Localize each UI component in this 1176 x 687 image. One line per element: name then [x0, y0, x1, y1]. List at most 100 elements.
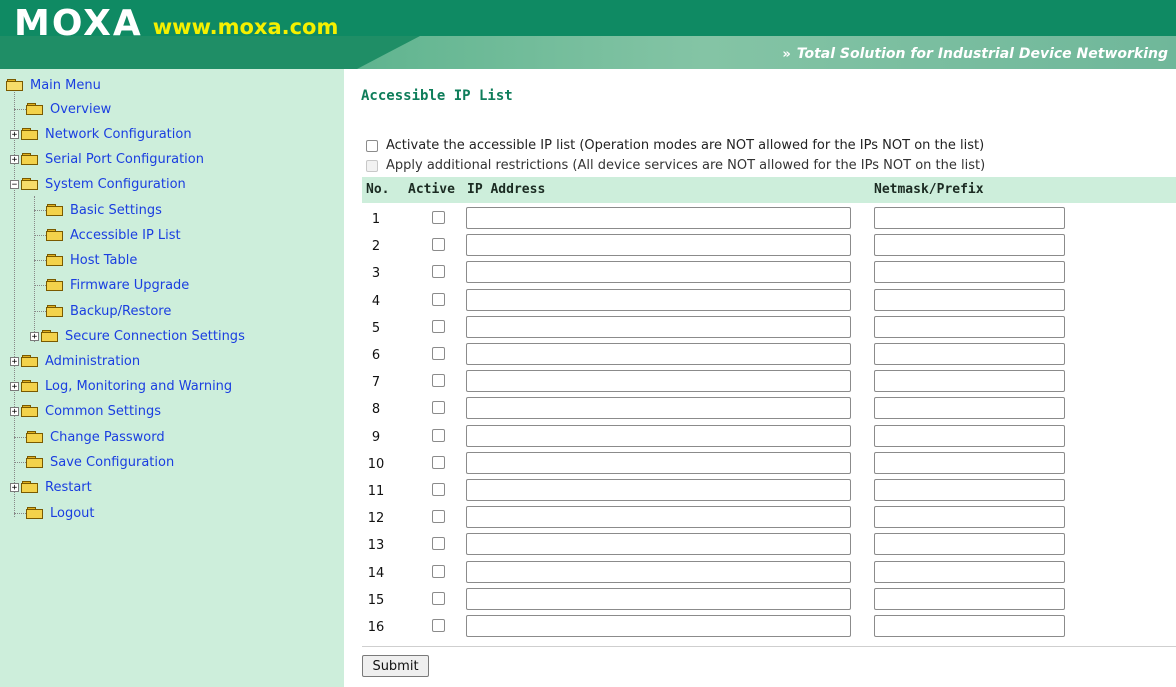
- row-number: 1: [371, 212, 381, 227]
- row-active-checkbox[interactable]: [432, 238, 445, 252]
- netmask-input[interactable]: [874, 343, 1065, 365]
- sidebar-item-administration[interactable]: + Administration: [10, 350, 140, 372]
- column-header-netmask: Netmask/Prefix: [874, 182, 984, 197]
- netmask-input[interactable]: [874, 288, 1065, 311]
- tree-connector: [14, 462, 26, 463]
- folder-icon: [41, 329, 59, 343]
- row-active-checkbox[interactable]: [432, 537, 445, 551]
- sidebar-item-overview[interactable]: Overview: [26, 98, 111, 120]
- sidebar-item-accessible-ip-list[interactable]: Accessible IP List: [46, 224, 181, 246]
- ip-address-input[interactable]: [466, 587, 851, 610]
- sidebar-item-network-configuration[interactable]: + Network Configuration: [10, 123, 192, 145]
- row-number: 13: [367, 538, 385, 554]
- ip-address-input[interactable]: [466, 234, 851, 257]
- ip-address-input[interactable]: [466, 370, 851, 393]
- restrict-label: Apply additional restrictions (All devic…: [386, 158, 986, 173]
- row-active-checkbox[interactable]: [432, 428, 445, 442]
- ip-address-input[interactable]: [466, 315, 851, 338]
- row-active-checkbox[interactable]: [432, 374, 445, 388]
- sidebar-item-change-password[interactable]: Change Password: [26, 426, 165, 448]
- sidebar-item-restart[interactable]: + Restart: [10, 476, 92, 498]
- row-active-checkbox[interactable]: [432, 265, 445, 279]
- row-number: 5: [371, 320, 381, 336]
- sidebar-item-host-table[interactable]: Host Table: [46, 249, 137, 271]
- ip-address-input[interactable]: [466, 207, 851, 229]
- netmask-input[interactable]: [874, 397, 1065, 420]
- ip-address-input[interactable]: [466, 261, 851, 284]
- sidebar-item-log-monitoring-warning[interactable]: + Log, Monitoring and Warning: [10, 375, 232, 397]
- expand-plus-icon[interactable]: +: [10, 482, 19, 492]
- row-active-checkbox[interactable]: [432, 619, 445, 632]
- netmask-input[interactable]: [874, 506, 1065, 529]
- folder-icon: [26, 455, 44, 469]
- collapse-minus-icon[interactable]: −: [10, 179, 19, 189]
- row-number: 2: [371, 239, 381, 255]
- row-active-checkbox[interactable]: [432, 483, 445, 496]
- ip-address-input[interactable]: [466, 560, 851, 583]
- row-active-checkbox[interactable]: [432, 591, 445, 605]
- netmask-input[interactable]: [874, 234, 1065, 257]
- logo-url: www.moxa.com: [152, 15, 339, 39]
- row-active-checkbox[interactable]: [432, 564, 445, 578]
- sidebar-item-backup-restore[interactable]: Backup/Restore: [46, 300, 171, 322]
- tree-connector: [34, 235, 46, 236]
- netmask-input[interactable]: [874, 479, 1065, 501]
- ip-address-input[interactable]: [466, 424, 851, 447]
- row-number: 3: [371, 266, 381, 282]
- row-active-checkbox[interactable]: [432, 455, 445, 469]
- sidebar-item-logout[interactable]: Logout: [26, 502, 95, 524]
- expand-plus-icon[interactable]: +: [10, 356, 19, 366]
- netmask-input[interactable]: [874, 424, 1065, 447]
- ip-address-input[interactable]: [466, 451, 851, 474]
- row-active-checkbox[interactable]: [432, 401, 445, 415]
- tree-connector: [34, 196, 35, 342]
- row-number: 15: [367, 592, 385, 608]
- activate-list-checkbox[interactable]: [366, 139, 378, 152]
- netmask-input[interactable]: [874, 315, 1065, 338]
- table-row: 3: [362, 259, 1176, 286]
- ip-address-input[interactable]: [466, 288, 851, 311]
- sidebar-item-label: Firmware Upgrade: [70, 277, 190, 293]
- sidebar-item-basic-settings[interactable]: Basic Settings: [46, 199, 162, 221]
- netmask-input[interactable]: [874, 370, 1065, 393]
- ip-address-input[interactable]: [466, 506, 851, 529]
- submit-button[interactable]: Submit: [362, 655, 429, 677]
- folder-icon: [21, 152, 39, 166]
- netmask-input[interactable]: [874, 207, 1065, 229]
- expand-plus-icon[interactable]: +: [10, 154, 19, 164]
- netmask-input[interactable]: [874, 451, 1065, 474]
- sidebar-item-save-configuration[interactable]: Save Configuration: [26, 451, 174, 473]
- expand-plus-icon[interactable]: +: [30, 331, 39, 341]
- sidebar-item-label: Accessible IP List: [70, 227, 181, 243]
- netmask-input[interactable]: [874, 261, 1065, 284]
- column-header-ip-address: IP Address: [467, 182, 546, 197]
- ip-address-input[interactable]: [466, 479, 851, 501]
- row-active-checkbox[interactable]: [432, 510, 445, 524]
- row-number: 16: [367, 620, 385, 635]
- ip-address-input[interactable]: [466, 615, 851, 637]
- row-active-checkbox[interactable]: [432, 211, 445, 224]
- sidebar-item-common-settings[interactable]: + Common Settings: [10, 400, 161, 422]
- sidebar-item-firmware-upgrade[interactable]: Firmware Upgrade: [46, 274, 189, 296]
- folder-icon: [26, 430, 44, 444]
- netmask-input[interactable]: [874, 587, 1065, 610]
- ip-address-input[interactable]: [466, 397, 851, 420]
- netmask-input[interactable]: [874, 560, 1065, 583]
- expand-plus-icon[interactable]: +: [10, 129, 19, 139]
- sidebar-item-secure-connection-settings[interactable]: + Secure Connection Settings: [30, 325, 245, 347]
- sidebar-item-label: Save Configuration: [50, 454, 175, 470]
- row-active-checkbox[interactable]: [432, 347, 445, 360]
- netmask-input[interactable]: [874, 615, 1065, 637]
- expand-plus-icon[interactable]: +: [10, 381, 19, 391]
- netmask-input[interactable]: [874, 533, 1065, 556]
- ip-address-input[interactable]: [466, 533, 851, 556]
- row-active-checkbox[interactable]: [432, 292, 445, 306]
- sidebar-item-label: Serial Port Configuration: [45, 151, 204, 167]
- sidebar-item-serial-port-configuration[interactable]: + Serial Port Configuration: [10, 148, 204, 170]
- expand-plus-icon[interactable]: +: [10, 406, 19, 416]
- sidebar-item-main-menu[interactable]: Main Menu: [6, 74, 101, 96]
- sidebar-item-system-configuration[interactable]: − System Configuration: [10, 173, 186, 195]
- ip-address-input[interactable]: [466, 343, 851, 365]
- restrict-checkbox: [366, 159, 378, 172]
- row-active-checkbox[interactable]: [432, 319, 445, 333]
